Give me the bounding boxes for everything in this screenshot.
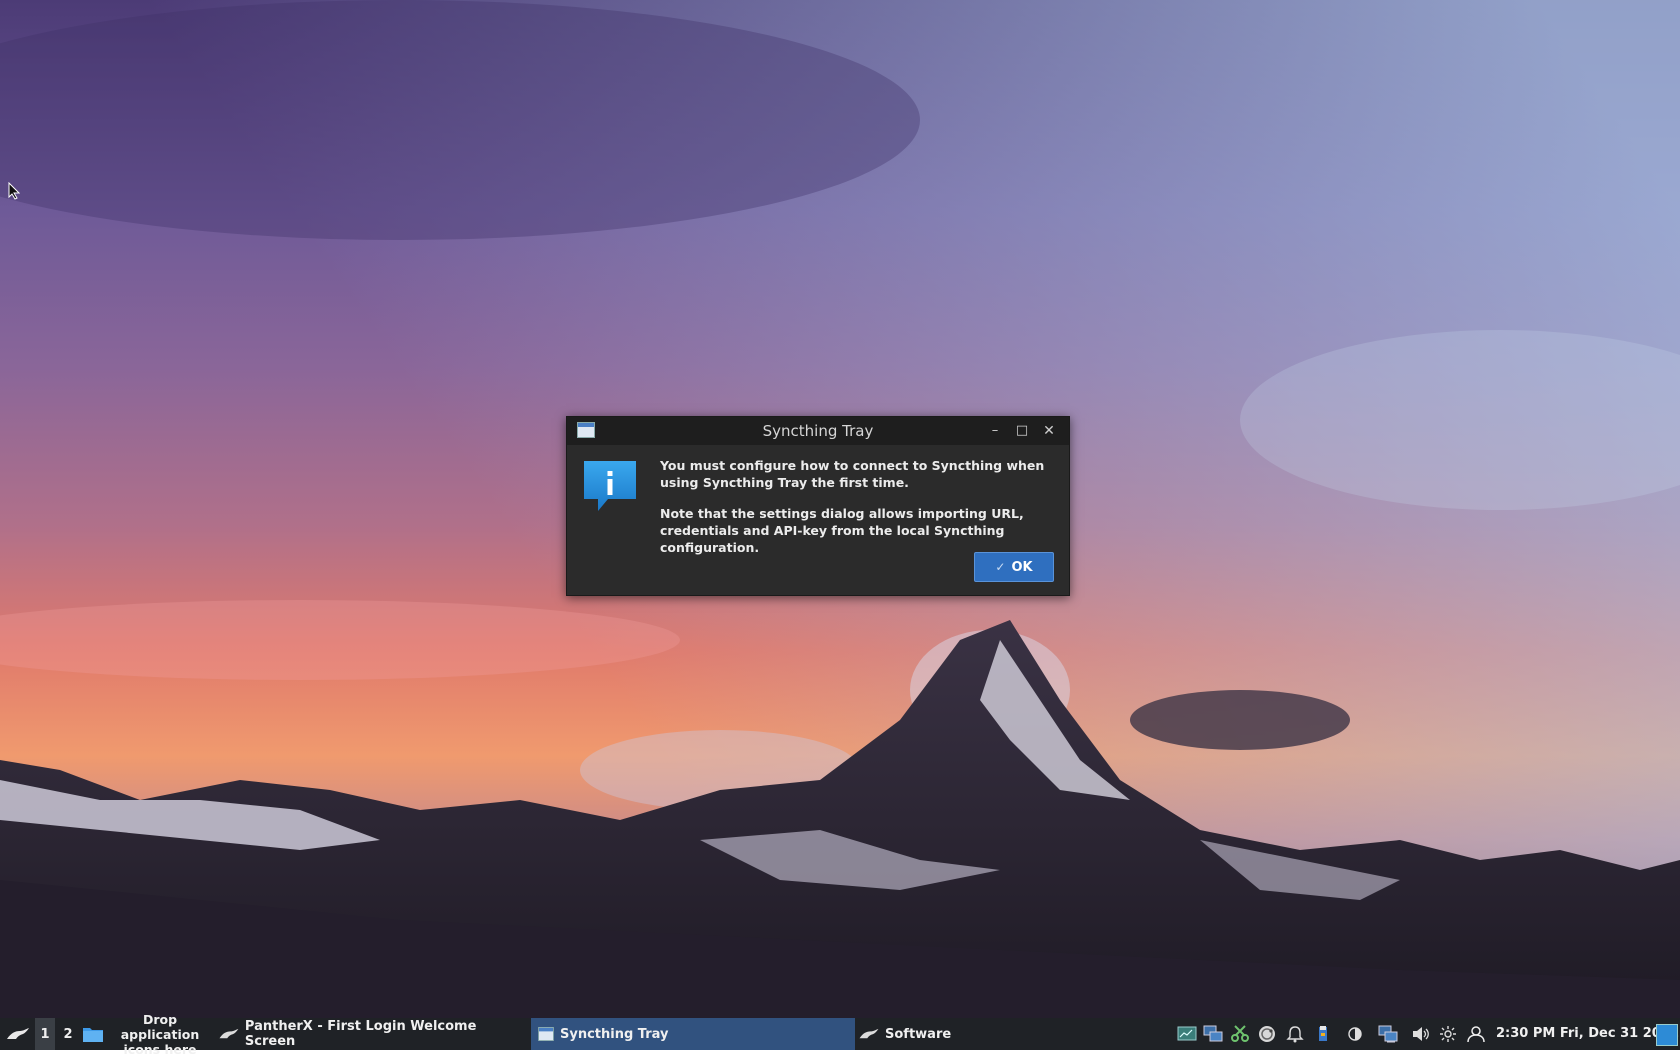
workspace-1[interactable]: 1: [35, 1018, 55, 1050]
clock[interactable]: 2:30 PM Fri, Dec 31 2021: [1496, 1018, 1679, 1050]
minimize-button[interactable]: –: [985, 421, 1005, 441]
close-button[interactable]: ✕: [1039, 421, 1059, 441]
user-icon[interactable]: [1466, 1025, 1486, 1043]
task-label: PantherX - First Login Welcome Screen: [244, 1019, 477, 1049]
panther-logo-icon: [859, 1028, 879, 1039]
task-syncthing-tray[interactable]: Syncthing Tray: [531, 1018, 855, 1050]
panther-logo-icon: [219, 1028, 239, 1039]
task-label: Software: [885, 1026, 952, 1042]
ok-button-label: OK: [1011, 559, 1033, 575]
bell-icon[interactable]: [1285, 1025, 1305, 1043]
dialog-titlebar[interactable]: Syncthing Tray – □ ✕: [567, 417, 1069, 445]
syncthing-tray-dialog: Syncthing Tray – □ ✕ You must configure …: [566, 416, 1070, 596]
taskbar: 1 2 Drop application icons here PantherX…: [0, 1012, 1680, 1057]
settings-icon[interactable]: [1438, 1025, 1458, 1043]
maximize-button[interactable]: □: [1012, 421, 1032, 441]
volume-icon[interactable]: [1411, 1025, 1431, 1043]
mouse-cursor: [8, 182, 20, 200]
message-paragraph-2: Note that the settings dialog allows imp…: [660, 506, 1024, 555]
show-desktop-button[interactable]: [1656, 1024, 1678, 1046]
checkmark-icon: ✓: [995, 560, 1006, 574]
app-window-icon: [538, 1027, 554, 1041]
ok-button[interactable]: ✓ OK: [974, 552, 1054, 582]
syncthing-icon[interactable]: [1257, 1025, 1277, 1043]
usb-icon[interactable]: [1313, 1025, 1333, 1043]
task-pantherx-welcome[interactable]: PantherX - First Login Welcome Screen: [212, 1018, 530, 1050]
network-icon[interactable]: [1203, 1025, 1223, 1043]
quicklaunch-drop-zone[interactable]: Drop application icons here: [82, 1012, 212, 1057]
message-paragraph-1: You must configure how to connect to Syn…: [660, 458, 1045, 490]
scissors-icon[interactable]: [1230, 1025, 1250, 1043]
monitor-icon[interactable]: [1177, 1025, 1197, 1043]
information-icon: [584, 461, 636, 511]
folder-icon: [83, 1028, 103, 1042]
panther-logo-icon: [7, 1028, 29, 1039]
task-label: Syncthing Tray: [560, 1026, 669, 1042]
start-menu-button[interactable]: [4, 1018, 32, 1050]
task-software[interactable]: Software: [852, 1018, 1158, 1050]
workspace-2[interactable]: 2: [58, 1018, 78, 1050]
brightness-icon[interactable]: [1345, 1025, 1365, 1043]
display-icon[interactable]: [1378, 1025, 1398, 1043]
